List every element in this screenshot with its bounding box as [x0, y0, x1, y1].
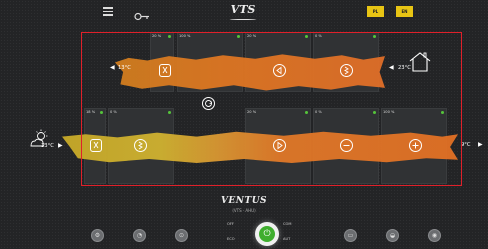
highlight-frame [81, 32, 462, 186]
ventus-logo: VENTUS [220, 196, 268, 206]
vts-logo: VTS [228, 3, 258, 21]
intake-arrow-icon: ▶ [58, 142, 63, 149]
lang-button-en[interactable]: EN [396, 6, 413, 17]
outdoor-temp: 13°C [41, 143, 54, 149]
power-button[interactable]: ⏻ [255, 222, 279, 246]
settings-icon[interactable]: ⚙ [91, 229, 104, 242]
supply-arrow-icon: ▶ [478, 141, 483, 148]
lang-button-pl[interactable]: PL [367, 6, 384, 17]
mode-aut[interactable]: AUT [283, 237, 290, 241]
mode-off[interactable]: OFF [227, 222, 234, 226]
clock-icon[interactable]: ⊙ [175, 229, 188, 242]
graph-icon[interactable]: ◒ [386, 229, 399, 242]
mode-eco[interactable]: ECO [227, 237, 235, 241]
alarm-icon[interactable]: ◔ [133, 229, 146, 242]
mode-com[interactable]: COM [283, 222, 291, 226]
supply-temp: 9°C [461, 142, 471, 148]
chart-icon[interactable]: ▭ [344, 229, 357, 242]
key-icon[interactable] [134, 6, 150, 21]
info-icon[interactable]: ◉ [428, 229, 441, 242]
hamburger-menu-icon[interactable] [103, 7, 113, 16]
unit-subtitle: (VTS · AHU) [232, 208, 256, 213]
power-icon: ⏻ [259, 226, 275, 242]
